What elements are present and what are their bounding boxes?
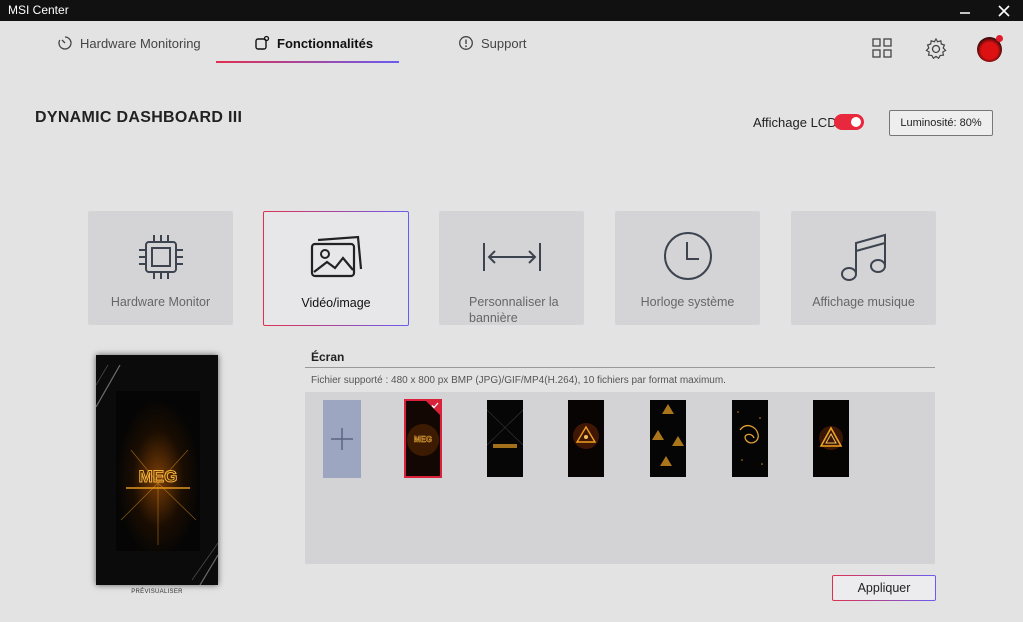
media-thumbnail[interactable] xyxy=(650,400,686,477)
tab-label: Fonctionnalités xyxy=(277,35,374,51)
avatar[interactable] xyxy=(977,35,1003,62)
screen-info: Fichier supporté : 480 x 800 px BMP (JPG… xyxy=(311,375,726,386)
tab-label: Hardware Monitoring xyxy=(80,35,201,51)
grid-button[interactable] xyxy=(871,37,893,64)
thumbnail-image xyxy=(487,400,523,477)
minimize-icon xyxy=(960,11,970,14)
notification-dot xyxy=(996,35,1003,42)
lcd-toggle[interactable] xyxy=(834,114,864,130)
active-tab-indicator xyxy=(216,61,399,63)
music-icon xyxy=(840,233,886,281)
thumbnail-image xyxy=(813,400,849,477)
title-bar: MSI Center xyxy=(0,0,1023,21)
thumbnail-image xyxy=(568,400,604,477)
gauge-icon xyxy=(58,36,72,50)
banner-arrows-icon xyxy=(482,243,541,271)
thumbnail-image: MEG xyxy=(405,400,441,477)
media-thumbnail[interactable] xyxy=(813,400,849,477)
mode-card-video-image[interactable]: Vidéo/image xyxy=(263,211,409,326)
toggle-knob xyxy=(851,117,861,127)
tab-hardware-monitoring[interactable]: Hardware Monitoring xyxy=(57,33,201,53)
mode-label: Affichage musique xyxy=(812,295,915,309)
minimize-button[interactable] xyxy=(945,0,985,21)
thumbnail-image xyxy=(732,400,768,477)
feature-icon xyxy=(255,35,270,50)
mode-card-banner[interactable]: Personnaliser la bannière xyxy=(439,211,584,325)
preview-label: PRÉVISUALISER xyxy=(131,589,183,595)
mode-card-clock[interactable]: Horloge système xyxy=(615,211,760,325)
svg-text:MEG: MEG xyxy=(414,435,432,444)
mode-card-hardware-monitor[interactable]: Hardware Monitor xyxy=(88,211,233,325)
svg-text:MEG: MEG xyxy=(139,467,178,486)
screen-title: Écran xyxy=(311,350,345,364)
media-thumbnail[interactable] xyxy=(568,400,604,477)
brightness-button[interactable]: Luminosité: 80% xyxy=(889,110,993,136)
preview-image: MEG xyxy=(96,355,218,585)
grid-icon xyxy=(872,38,892,58)
chip-icon xyxy=(138,235,183,279)
image-icon xyxy=(310,235,363,278)
clock-icon xyxy=(663,232,712,280)
mode-label: Horloge système xyxy=(640,295,735,309)
close-icon xyxy=(998,4,1010,17)
page-title: DYNAMIC DASHBOARD III xyxy=(35,109,243,126)
mode-label: Personnaliser la bannière xyxy=(469,295,559,325)
plus-icon xyxy=(331,428,353,450)
app-title: MSI Center xyxy=(8,3,69,17)
mode-label: Vidéo/image xyxy=(301,296,371,310)
media-thumbnail[interactable] xyxy=(732,400,768,477)
close-button[interactable] xyxy=(984,0,1023,21)
settings-button[interactable] xyxy=(924,37,948,66)
tab-fonctionnalites[interactable]: Fonctionnalités xyxy=(254,33,373,53)
lcd-label: Affichage LCD xyxy=(753,115,837,130)
add-media-button[interactable] xyxy=(323,400,361,478)
media-thumbnail[interactable] xyxy=(487,400,523,477)
gear-icon xyxy=(925,37,947,60)
mode-label: Hardware Monitor xyxy=(110,295,211,309)
divider xyxy=(305,367,935,368)
media-thumbnail[interactable]: MEG xyxy=(404,399,442,478)
apply-button[interactable]: Appliquer xyxy=(832,575,936,601)
thumbnail-image xyxy=(650,400,686,477)
tab-support[interactable]: Support xyxy=(458,33,527,53)
check-icon xyxy=(431,402,439,409)
tab-label: Support xyxy=(481,35,527,51)
top-nav: Hardware Monitoring Fonctionnalités Supp… xyxy=(0,21,1023,71)
preview-panel: MEG xyxy=(96,355,218,585)
alert-icon xyxy=(459,36,473,50)
media-gallery: MEG xyxy=(305,392,935,564)
mode-card-music[interactable]: Affichage musique xyxy=(791,211,936,325)
